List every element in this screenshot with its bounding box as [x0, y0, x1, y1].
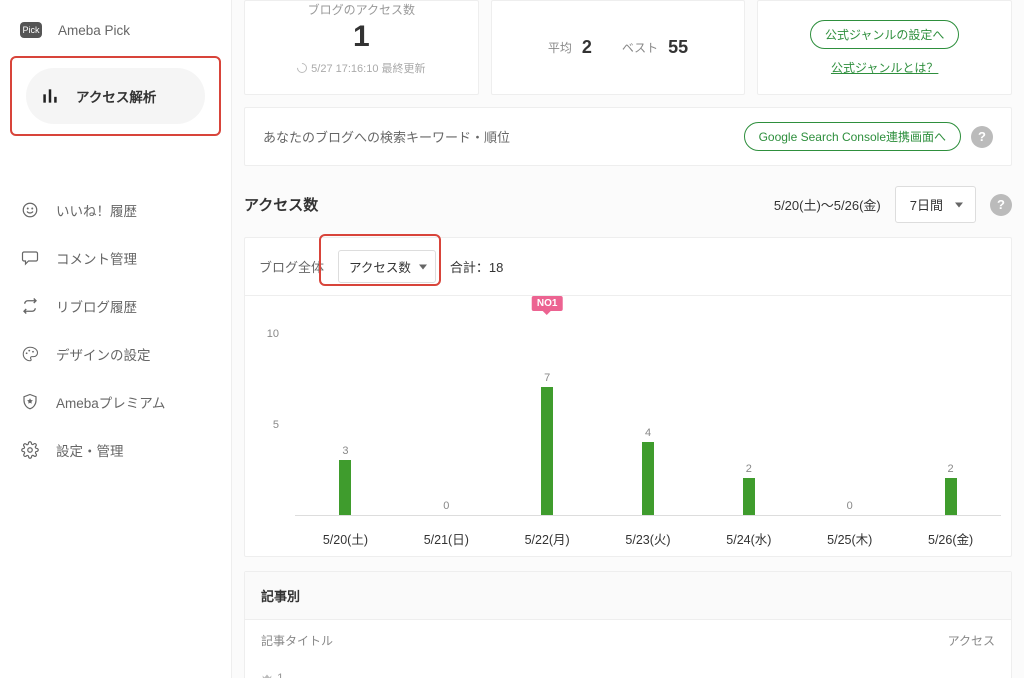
chart-bar[interactable]: 0 — [396, 314, 497, 515]
sidebar: Pick Ameba Pick アクセス解析 いいね！履歴 コメント管理 — [0, 0, 232, 678]
help-icon[interactable]: ? — [990, 194, 1012, 216]
table-row[interactable]: 1 4/15 16:37 43.8% 7 — [245, 661, 1011, 678]
rank-card: 平均 2 ベスト 55 — [491, 0, 746, 95]
search-console-card: あなたのブログへの検索キーワード・順位 Google Search Consol… — [244, 107, 1012, 166]
x-axis-label: 5/23(火) — [598, 529, 699, 548]
bar-value-label: 0 — [443, 500, 449, 512]
x-axis-label: 5/24(水) — [698, 529, 799, 548]
genre-card: 公式ジャンルの設定へ 公式ジャンルとは？ — [757, 0, 1012, 95]
bar-value-label: 4 — [645, 427, 651, 439]
avg-value: 2 — [582, 37, 592, 58]
nav-label-design: デザインの設定 — [56, 344, 151, 364]
x-axis-label: 5/26(金) — [900, 529, 1001, 548]
crown-icon — [261, 672, 273, 678]
col-title: 記事タイトル — [261, 632, 333, 649]
nav-item-settings[interactable]: 設定・管理 — [0, 426, 231, 474]
x-axis-label: 5/22(月) — [497, 529, 598, 548]
section-title: アクセス数 — [244, 194, 318, 215]
y-tick: 10 — [267, 328, 279, 340]
best-value: 55 — [668, 37, 688, 58]
chart-bar[interactable]: 2 — [900, 314, 1001, 515]
nav-item-pick[interactable]: Pick Ameba Pick — [0, 8, 231, 52]
row-rank: 1 — [261, 671, 284, 678]
reblog-icon — [20, 296, 40, 316]
search-console-label: あなたのブログへの検索キーワード・順位 — [263, 127, 510, 146]
chart-bar[interactable]: 2 — [698, 314, 799, 515]
x-axis-label: 5/20(土) — [295, 529, 396, 548]
analytics-icon — [40, 86, 60, 106]
bar-value-label: 2 — [746, 463, 752, 475]
access-summary-value: 1 — [245, 20, 478, 54]
chart-bar[interactable]: 0 — [799, 314, 900, 515]
y-tick: 5 — [273, 419, 279, 431]
col-access: アクセス — [948, 632, 995, 649]
nav-item-reblog[interactable]: リブログ履歴 — [0, 282, 231, 330]
table-section-title: 記事別 — [245, 572, 1011, 620]
help-icon[interactable]: ? — [971, 126, 993, 148]
section-head: アクセス数 5/20(土)～5/26(金) 7日間 ? — [232, 166, 1024, 237]
article-table: 記事別 記事タイトル アクセス 1 4/15 16:37 43.8% 7 — [244, 571, 1012, 678]
access-summary-card: ブログのアクセス数 1 5/27 17:16:10 最終更新 — [244, 0, 479, 95]
best-label: ベスト — [622, 39, 658, 56]
chart-plot: 3 0 NO17 4 2 0 2 — [295, 314, 1001, 516]
nav-label-reblog: リブログ履歴 — [56, 296, 137, 316]
nav-label-pick: Ameba Pick — [58, 23, 130, 38]
nav-item-comments[interactable]: コメント管理 — [0, 234, 231, 282]
main-content: ブログのアクセス数 1 5/27 17:16:10 最終更新 平均 2 ベスト … — [232, 0, 1024, 678]
avg-label: 平均 — [548, 39, 572, 56]
pick-badge-icon: Pick — [20, 22, 42, 38]
bar — [743, 478, 755, 515]
nav-label-settings: 設定・管理 — [56, 440, 124, 460]
x-axis-label: 5/21(日) — [396, 529, 497, 548]
bar — [642, 442, 654, 515]
y-axis: 5 10 — [245, 314, 285, 516]
nav-item-likes[interactable]: いいね！履歴 — [0, 186, 231, 234]
bar-value-label: 0 — [847, 500, 853, 512]
nav-label-comments: コメント管理 — [56, 248, 137, 268]
callout-active-nav: アクセス解析 — [10, 56, 221, 136]
chart-bar[interactable]: NO17 — [497, 314, 598, 515]
blog-scope-label: ブログ全体 — [259, 257, 324, 276]
nav-item-analytics[interactable]: アクセス解析 — [26, 68, 205, 124]
bar-value-label: 3 — [342, 445, 348, 457]
gear-icon — [20, 440, 40, 460]
bar — [541, 387, 553, 515]
nav-label-analytics: アクセス解析 — [76, 86, 156, 106]
date-range: 5/20(土)～5/26(金) — [774, 195, 881, 214]
genre-whatis-link[interactable]: 公式ジャンルとは？ — [831, 59, 938, 76]
comment-icon — [20, 248, 40, 268]
nav-label-likes: いいね！履歴 — [56, 200, 137, 220]
chart-total: 合計：18 — [450, 257, 503, 276]
bar — [339, 460, 351, 515]
chart-card: ブログ全体 アクセス数 合計：18 5 10 30NO174202 5/20(土… — [244, 237, 1012, 557]
nav-item-premium[interactable]: Amebaプレミアム — [0, 378, 231, 426]
access-summary-label: ブログのアクセス数 — [245, 1, 478, 18]
period-select[interactable]: 7日間 — [895, 186, 976, 223]
x-axis-label: 5/25(木) — [799, 529, 900, 548]
metric-select[interactable]: アクセス数 — [338, 250, 436, 283]
bar-value-label: 2 — [948, 463, 954, 475]
genre-settings-button[interactable]: 公式ジャンルの設定へ — [810, 20, 959, 49]
chart-bar[interactable]: 3 — [295, 314, 396, 515]
chart-bar[interactable]: 4 — [598, 314, 699, 515]
smile-icon — [20, 200, 40, 220]
no1-badge: NO1 — [532, 296, 563, 311]
nav-label-premium: Amebaプレミアム — [56, 392, 165, 412]
bar-value-label: 7 — [544, 372, 550, 384]
refresh-icon — [295, 61, 309, 75]
nav-item-design[interactable]: デザインの設定 — [0, 330, 231, 378]
search-console-button[interactable]: Google Search Console連携画面へ — [744, 122, 961, 151]
palette-icon — [20, 344, 40, 364]
bar — [945, 478, 957, 515]
access-summary-updated: 5/27 17:16:10 最終更新 — [245, 60, 478, 76]
shield-icon — [20, 392, 40, 412]
